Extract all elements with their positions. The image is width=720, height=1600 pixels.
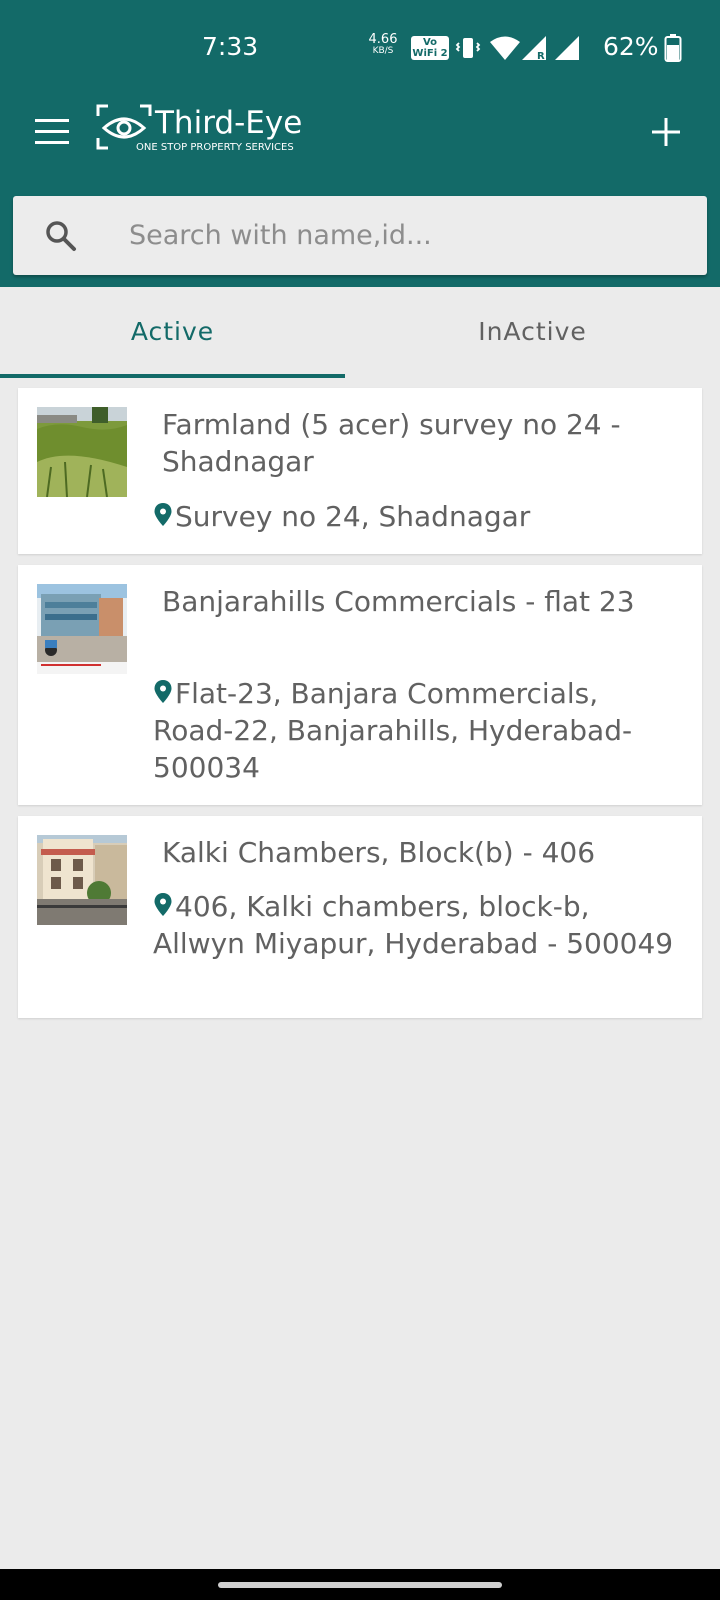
property-title: Banjarahills Commercials - flat 23	[162, 585, 635, 618]
property-thumbnail	[37, 407, 127, 497]
location-pin-icon	[154, 680, 172, 703]
status-time: 7:33	[202, 32, 259, 61]
tab-active[interactable]: Active	[0, 287, 345, 377]
property-thumbnail	[37, 835, 127, 925]
vibrate-icon	[455, 38, 481, 58]
network-speed-unit: KB/S	[372, 46, 394, 56]
property-address: 406, Kalki chambers, block-b, Allwyn Miy…	[153, 888, 683, 962]
property-address: Flat-23, Banjara Commercials, Road-22, B…	[153, 675, 683, 786]
search-input[interactable]	[113, 210, 689, 260]
menu-button[interactable]	[28, 112, 76, 152]
property-card-farmland[interactable]: Farmland (5 acer) survey no 24 - Shadnag…	[18, 388, 702, 554]
battery-icon	[664, 34, 682, 62]
logo-title: Third-Eye	[155, 105, 303, 141]
vowifi-label-line1: Vo	[422, 37, 438, 48]
apartment-building-photo	[37, 835, 127, 925]
plus-icon	[652, 118, 680, 146]
battery-percentage: 62%	[603, 32, 659, 61]
property-thumbnail	[37, 584, 127, 674]
location-pin-icon	[154, 503, 172, 526]
commercial-building-photo	[37, 584, 127, 674]
tab-selected-indicator	[0, 374, 345, 378]
search-icon[interactable]	[43, 218, 79, 254]
property-card-kalki-chambers[interactable]: Kalki Chambers, Block(b) - 406 406, Kalk…	[18, 816, 702, 1018]
vowifi-label-line2: WiFi 2	[412, 48, 448, 59]
tab-inactive[interactable]: InActive	[345, 287, 720, 377]
logo-tagline: ONE STOP PROPERTY SERVICES	[136, 142, 294, 153]
signal-roaming-icon: R	[522, 36, 546, 62]
property-title: Farmland (5 acer) survey no 24 - Shadnag…	[162, 408, 621, 478]
svg-text:R: R	[537, 51, 545, 62]
add-property-button[interactable]	[644, 110, 688, 154]
property-address: Survey no 24, Shadnagar	[153, 498, 683, 535]
signal-icon	[555, 36, 579, 60]
location-pin-icon	[154, 893, 172, 916]
system-navigation-bar	[0, 1569, 720, 1600]
property-card-banjarahills[interactable]: Banjarahills Commercials - flat 23 Flat-…	[18, 565, 702, 805]
property-address-text: Survey no 24, Shadnagar	[175, 500, 531, 533]
hamburger-icon	[35, 119, 69, 144]
vowifi-icon: Vo WiFi 2	[411, 36, 449, 60]
network-speed: 4.66 KB/S	[366, 32, 400, 56]
network-speed-value: 4.66	[368, 32, 398, 47]
search-bar[interactable]	[13, 196, 707, 275]
property-title: Kalki Chambers, Block(b) - 406	[162, 836, 596, 869]
property-address-text: 406, Kalki chambers, block-b, Allwyn Miy…	[153, 890, 674, 960]
farmland-photo	[37, 407, 127, 497]
app-logo: Third-Eye ONE STOP PROPERTY SERVICES	[96, 104, 326, 158]
app-header: 7:33 4.66 KB/S Vo WiFi 2 R 62% Third-Eye…	[0, 0, 720, 287]
property-address-text: Flat-23, Banjara Commercials, Road-22, B…	[153, 677, 633, 784]
wifi-icon	[490, 36, 520, 60]
home-gesture-handle[interactable]	[218, 1582, 502, 1588]
